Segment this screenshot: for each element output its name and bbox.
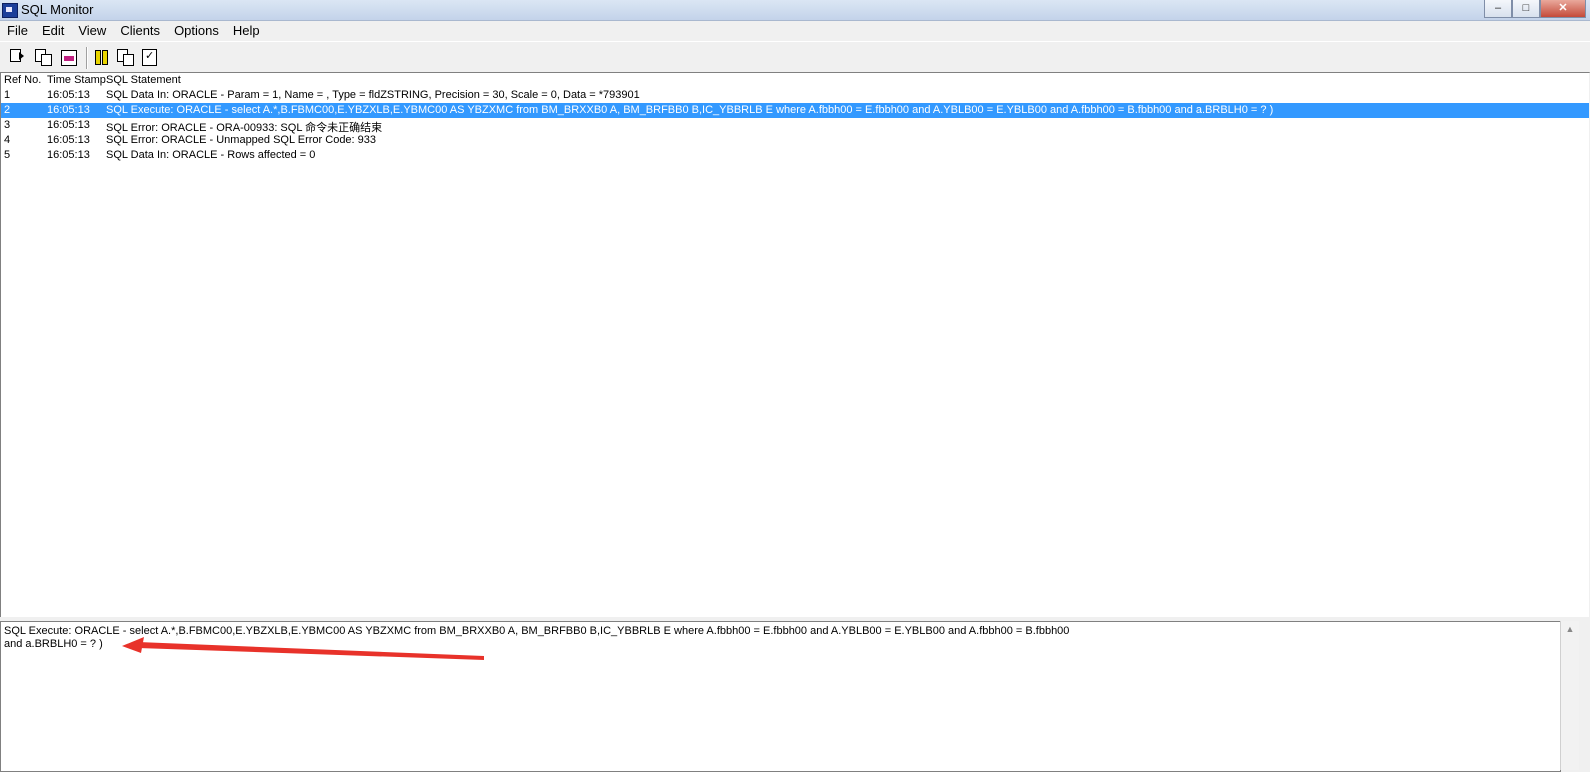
row-time: 16:05:13 [47,104,90,116]
minimize-button[interactable]: – [1484,0,1512,18]
copy-icon[interactable] [34,48,52,66]
scroll-up-icon[interactable]: ▲ [1561,621,1579,638]
toolbar [0,41,1590,73]
menu-clients[interactable]: Clients [113,21,167,41]
table-row[interactable]: 4 16:05:13 SQL Error: ORACLE - Unmapped … [1,133,1589,148]
table-row-selected[interactable]: 2 16:05:13 SQL Execute: ORACLE - select … [1,103,1589,118]
row-ref: 5 [4,149,11,161]
table-row[interactable]: 3 16:05:13 SQL Error: ORACLE - ORA-00933… [1,118,1589,134]
row-sql: SQL Data In: ORACLE - Rows affected = 0 [106,149,316,161]
row-sql: SQL Data In: ORACLE - Param = 1, Name = … [106,89,640,101]
detail-scrollbar[interactable]: ▲ [1560,621,1579,770]
close-button[interactable]: ✕ [1540,0,1586,18]
row-time: 16:05:13 [47,134,90,146]
detail-line-2: and a.BRBLH0 = ? ) [4,638,103,650]
menu-edit[interactable]: Edit [35,21,71,41]
row-ref: 4 [4,134,11,146]
app-icon [2,3,18,18]
maximize-button[interactable]: □ [1512,0,1540,18]
detail-line-1: SQL Execute: ORACLE - select A.*,B.FBMC0… [4,625,1070,637]
menu-view[interactable]: View [71,21,113,41]
sql-log-list[interactable]: Ref No. Time Stamp SQL Statement 1 16:05… [0,72,1589,618]
row-time: 16:05:13 [47,149,90,161]
row-ref: 2 [4,104,11,116]
table-row[interactable]: 1 16:05:13 SQL Data In: ORACLE - Param =… [1,88,1589,103]
font-color-icon[interactable] [59,48,77,66]
table-row[interactable]: 5 16:05:13 SQL Data In: ORACLE - Rows af… [1,148,1589,163]
pause-icon[interactable] [92,48,110,66]
menu-file[interactable]: File [0,21,35,41]
window-icon[interactable] [116,48,134,66]
row-time: 16:05:13 [47,119,90,131]
row-sql: SQL Execute: ORACLE - select A.*,B.FBMC0… [106,104,1274,116]
header-time-stamp[interactable]: Time Stamp [47,74,106,86]
header-ref-no[interactable]: Ref No. [4,74,41,86]
sql-detail-pane[interactable]: SQL Execute: ORACLE - select A.*,B.FBMC0… [0,621,1561,772]
menu-options[interactable]: Options [167,21,226,41]
row-ref: 1 [4,89,11,101]
checklist-icon[interactable] [140,48,158,66]
row-sql: SQL Error: ORACLE - Unmapped SQL Error C… [106,134,377,146]
header-sql-statement[interactable]: SQL Statement [106,74,181,86]
row-time: 16:05:13 [47,89,90,101]
window-controls: – □ ✕ [1484,0,1586,18]
menu-help[interactable]: Help [226,21,267,41]
save-log-icon[interactable] [9,48,27,66]
title-bar: SQL Monitor – □ ✕ [0,0,1590,21]
menu-bar: File Edit View Clients Options Help [0,21,1590,41]
toolbar-separator [86,47,88,69]
window-title: SQL Monitor [21,2,94,17]
list-header: Ref No. Time Stamp SQL Statement [1,73,1589,87]
row-ref: 3 [4,119,11,131]
